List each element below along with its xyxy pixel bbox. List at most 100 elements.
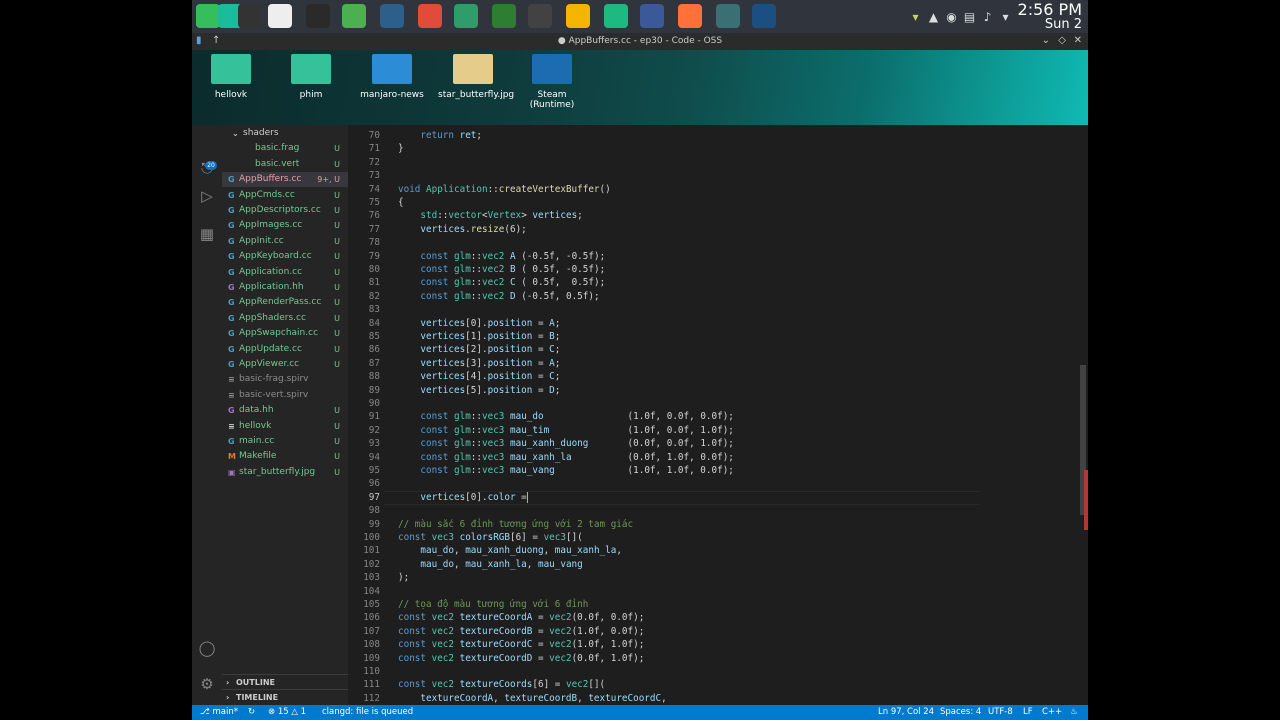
desktop-icon[interactable]: hellovk <box>196 54 266 100</box>
file-item[interactable]: ≡ hellovk U <box>222 419 348 434</box>
tray-expand-icon[interactable]: ▾ <box>1000 11 1012 23</box>
steam-icon[interactable] <box>752 4 776 28</box>
file-type-icon: G <box>228 437 235 446</box>
line-number: 111 <box>363 679 380 691</box>
desktop-icon-label: hellovk <box>214 90 248 100</box>
code-editor[interactable]: 70 return ret; 71} 72 73 74 void Application:… <box>348 125 1088 705</box>
line-number: 90 <box>368 398 380 409</box>
terminal-2-icon[interactable] <box>528 4 552 28</box>
minimize-icon[interactable]: ⌄ <box>1042 35 1050 46</box>
run-debug-icon[interactable]: ▷ <box>198 187 216 205</box>
color-app-icon[interactable] <box>566 4 590 28</box>
file-item[interactable]: G AppImages.cc U <box>222 218 348 233</box>
file-item[interactable]: G Application.hh U <box>222 280 348 295</box>
file-item[interactable]: Gmain.cc U <box>222 434 348 449</box>
file-item[interactable]: G AppCmds.cc U <box>222 188 348 203</box>
notification-tray-icon[interactable]: ▲ <box>928 11 940 23</box>
green-app-icon[interactable] <box>454 4 478 28</box>
indentation[interactable]: Spaces: 4 <box>940 705 981 720</box>
line-number: 79 <box>368 250 380 262</box>
triangle-app-icon[interactable] <box>640 4 664 28</box>
cursor-position[interactable]: Ln 97, Col 24 <box>878 705 934 720</box>
code-text: const vec2 textureCoords[6] = vec2[]( <box>398 679 606 691</box>
file-item[interactable]: Gdata.hh U <box>222 403 348 418</box>
file-item[interactable]: G AppInit.cc U <box>222 234 348 249</box>
file-item[interactable]: ⌄ shaders <box>222 126 348 141</box>
chrome-icon[interactable] <box>418 4 442 28</box>
file-item[interactable]: G AppRenderPass.cc U <box>222 295 348 310</box>
file-status: U <box>334 252 340 262</box>
manage-gear-icon[interactable]: ⚙ <box>198 675 216 693</box>
file-item[interactable]: G AppSwapchain.cc U <box>222 326 348 341</box>
sync-icon[interactable]: ↻ <box>248 705 255 720</box>
gear-app-icon[interactable] <box>716 4 740 28</box>
close-icon[interactable]: ✕ <box>1074 35 1082 46</box>
file-item[interactable]: G AppBuffers.cc 9+, U <box>222 172 348 188</box>
branch-indicator[interactable]: ⎇ main* <box>200 705 238 720</box>
encoding[interactable]: UTF-8 <box>988 705 1013 720</box>
vpn-tray-icon[interactable]: ▾ <box>910 11 922 23</box>
vscode-icon[interactable] <box>380 4 404 28</box>
line-ending[interactable]: LF <box>1023 705 1033 720</box>
outline-section[interactable]: › OUTLINE <box>222 674 348 690</box>
code-text: vertices[0].color = <box>420 491 528 503</box>
line-number: 81 <box>368 277 380 289</box>
code-text: vertices[3].position = A; <box>420 357 561 369</box>
volume-tray-icon[interactable]: ♪ <box>982 11 994 23</box>
manjaro-icon[interactable] <box>196 4 220 28</box>
extensions-icon[interactable]: ▦ <box>198 225 216 243</box>
bell-icon[interactable]: ♨ <box>1070 705 1078 720</box>
file-item[interactable]: ≡ basic-frag.spirv <box>222 372 348 387</box>
settings-grid-icon[interactable] <box>268 4 292 28</box>
file-item[interactable]: G Application.cc U <box>222 265 348 280</box>
firefox-icon[interactable] <box>678 4 702 28</box>
desktop-icon[interactable]: Steam (Runtime) <box>517 54 587 110</box>
window-title: ● AppBuffers.cc - ep30 - Code - OSS <box>557 36 723 46</box>
file-item[interactable]: G AppShaders.cc U <box>222 311 348 326</box>
file-name: Application.hh <box>239 282 304 292</box>
file-item[interactable]: basic.vert U <box>222 157 348 172</box>
desktop-icon[interactable]: manjaro-news <box>357 54 427 100</box>
code-text: const glm::vec3 mau_do (1.0f, 0.0f, 0.0f… <box>420 411 734 423</box>
code-text: vertices[2].position = C; <box>420 344 561 356</box>
file-item[interactable]: M Makefile U <box>222 449 348 464</box>
file-item[interactable]: G AppUpdate.cc U <box>222 342 348 357</box>
files-icon[interactable] <box>342 4 366 28</box>
whatsapp-icon[interactable] <box>604 4 628 28</box>
code-text: // màu sắc 6 đỉnh tương ứng với 2 tam gi… <box>398 518 634 530</box>
line-number: 112 <box>363 692 380 704</box>
timeline-section[interactable]: › TIMELINE <box>222 689 348 705</box>
file-item[interactable]: G AppViewer.cc U <box>222 357 348 372</box>
file-item[interactable]: ▣ star_butterfly.jpg U <box>222 465 348 480</box>
file-status: U <box>334 206 340 215</box>
obs-icon[interactable] <box>306 4 330 28</box>
file-item[interactable]: G AppDescriptors.cc U <box>222 203 348 218</box>
file-name: AppShaders.cc <box>239 312 306 323</box>
clock[interactable]: 2:56 PM Sun 2 <box>1018 2 1082 32</box>
code-text: void Application::createVertexBuffer() <box>398 183 611 195</box>
file-item[interactable]: ≡ basic-vert.spirv <box>222 388 348 403</box>
maximize-icon[interactable]: ◇ <box>1058 35 1066 46</box>
line-number: 70 <box>368 130 380 141</box>
line-number: 75 <box>368 197 380 208</box>
file-item[interactable]: basic.frag U <box>222 141 348 156</box>
code-text: const glm::vec3 mau_xanh_duong (0.0f, 0.… <box>420 438 734 450</box>
spreadsheet-icon[interactable] <box>492 4 516 28</box>
file-type-icon: G <box>228 313 235 323</box>
line-number: 108 <box>363 639 380 651</box>
file-status: U <box>334 437 340 446</box>
code-text: mau_do, mau_xanh_duong, mau_xanh_la, <box>420 545 622 557</box>
clangd-status[interactable]: clangd: file is queued <box>322 705 413 720</box>
account-icon[interactable]: ◯ <box>198 639 216 657</box>
terminal-icon[interactable] <box>238 4 262 28</box>
file-item[interactable]: G AppKeyboard.cc U <box>222 249 348 264</box>
line-number: 71 <box>368 143 380 155</box>
problems-indicator[interactable]: ⊗ 15 △ 1 <box>268 705 306 720</box>
desktop-icon[interactable]: star_butterfly.jpg <box>438 54 514 100</box>
file-type-icon: G <box>228 221 235 231</box>
desktop-icon[interactable]: phim <box>276 54 346 100</box>
language-mode[interactable]: C++ <box>1042 705 1062 720</box>
file-name: hellovk <box>239 420 272 431</box>
network-tray-icon[interactable]: ▤ <box>964 11 976 23</box>
screen-recorder-tray-icon[interactable]: ◉ <box>946 11 958 23</box>
